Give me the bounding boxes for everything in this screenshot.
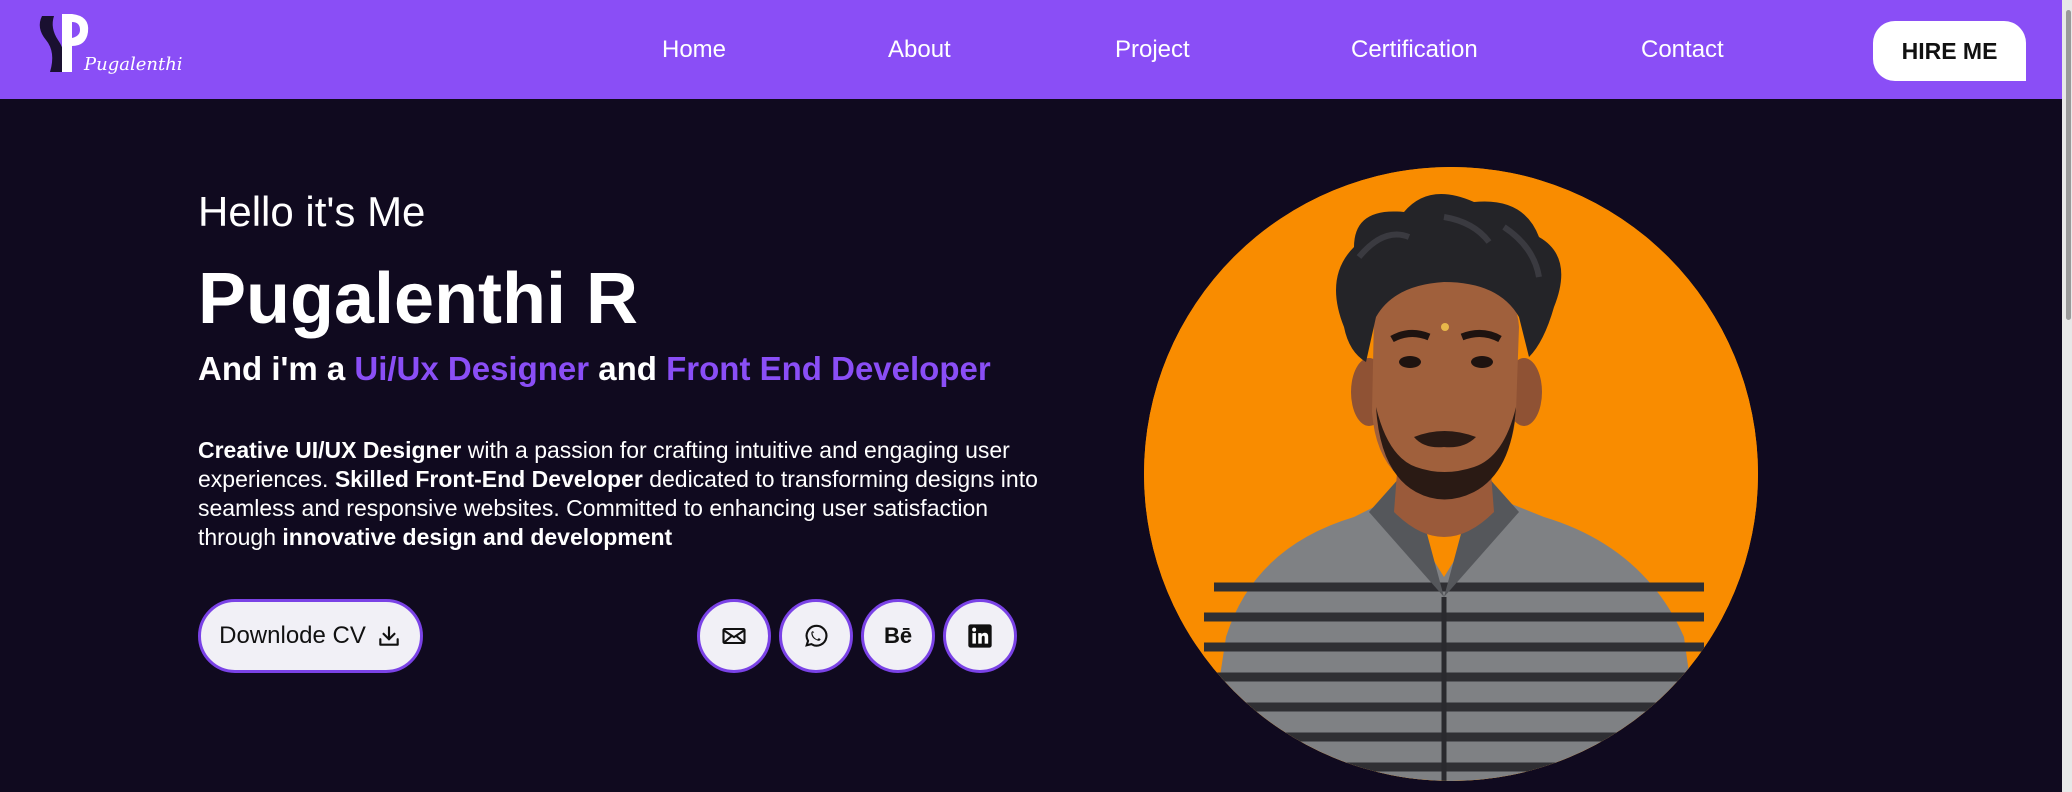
nav-contact[interactable]: Contact — [1641, 36, 1724, 64]
mail-icon — [722, 627, 746, 645]
linkedin-icon — [968, 624, 992, 648]
hero-roles: And i'm a Ui/Ux Designer and Front End D… — [198, 350, 991, 388]
person-portrait-icon — [1144, 167, 1758, 781]
download-icon — [379, 626, 399, 646]
nav-project[interactable]: Project — [1115, 36, 1190, 64]
hire-me-button[interactable]: HIRE ME — [1873, 21, 2026, 81]
nav-about[interactable]: About — [888, 36, 951, 64]
whatsapp-icon — [805, 624, 828, 647]
mail-button[interactable] — [697, 599, 771, 673]
bio-bold-1: Creative UI/UX Designer — [198, 437, 462, 463]
role-frontend: Front End Developer — [666, 350, 991, 387]
scrollbar-thumb[interactable] — [2066, 10, 2071, 320]
nav-home[interactable]: Home — [662, 36, 726, 64]
bio-bold-3: innovative design and development — [282, 524, 673, 550]
linkedin-button[interactable] — [943, 599, 1017, 673]
hero-bio: Creative UI/UX Designer with a passion f… — [198, 436, 1038, 552]
role-uiux: Ui/Ux Designer — [354, 350, 590, 387]
role-prefix: And i'm a — [198, 350, 355, 387]
hero-greeting: Hello it's Me — [198, 188, 426, 235]
hero-name: Pugalenthi R — [198, 259, 639, 339]
nav-certification[interactable]: Certification — [1351, 36, 1478, 64]
top-navbar: Pugalenthi Home About Project Certificat… — [0, 0, 2062, 99]
whatsapp-button[interactable] — [779, 599, 853, 673]
brand-name[interactable]: Pugalenthi — [84, 54, 183, 75]
brand-logo-icon[interactable] — [28, 10, 168, 88]
role-join: and — [589, 350, 667, 387]
behance-button[interactable]: Bē — [861, 599, 935, 673]
profile-photo — [1144, 167, 1758, 781]
behance-icon: Bē — [883, 623, 913, 648]
bio-bold-2: Skilled Front-End Developer — [334, 466, 643, 492]
download-cv-button[interactable]: Downlode CV — [198, 599, 423, 673]
download-cv-label: Downlode CV — [219, 622, 366, 649]
